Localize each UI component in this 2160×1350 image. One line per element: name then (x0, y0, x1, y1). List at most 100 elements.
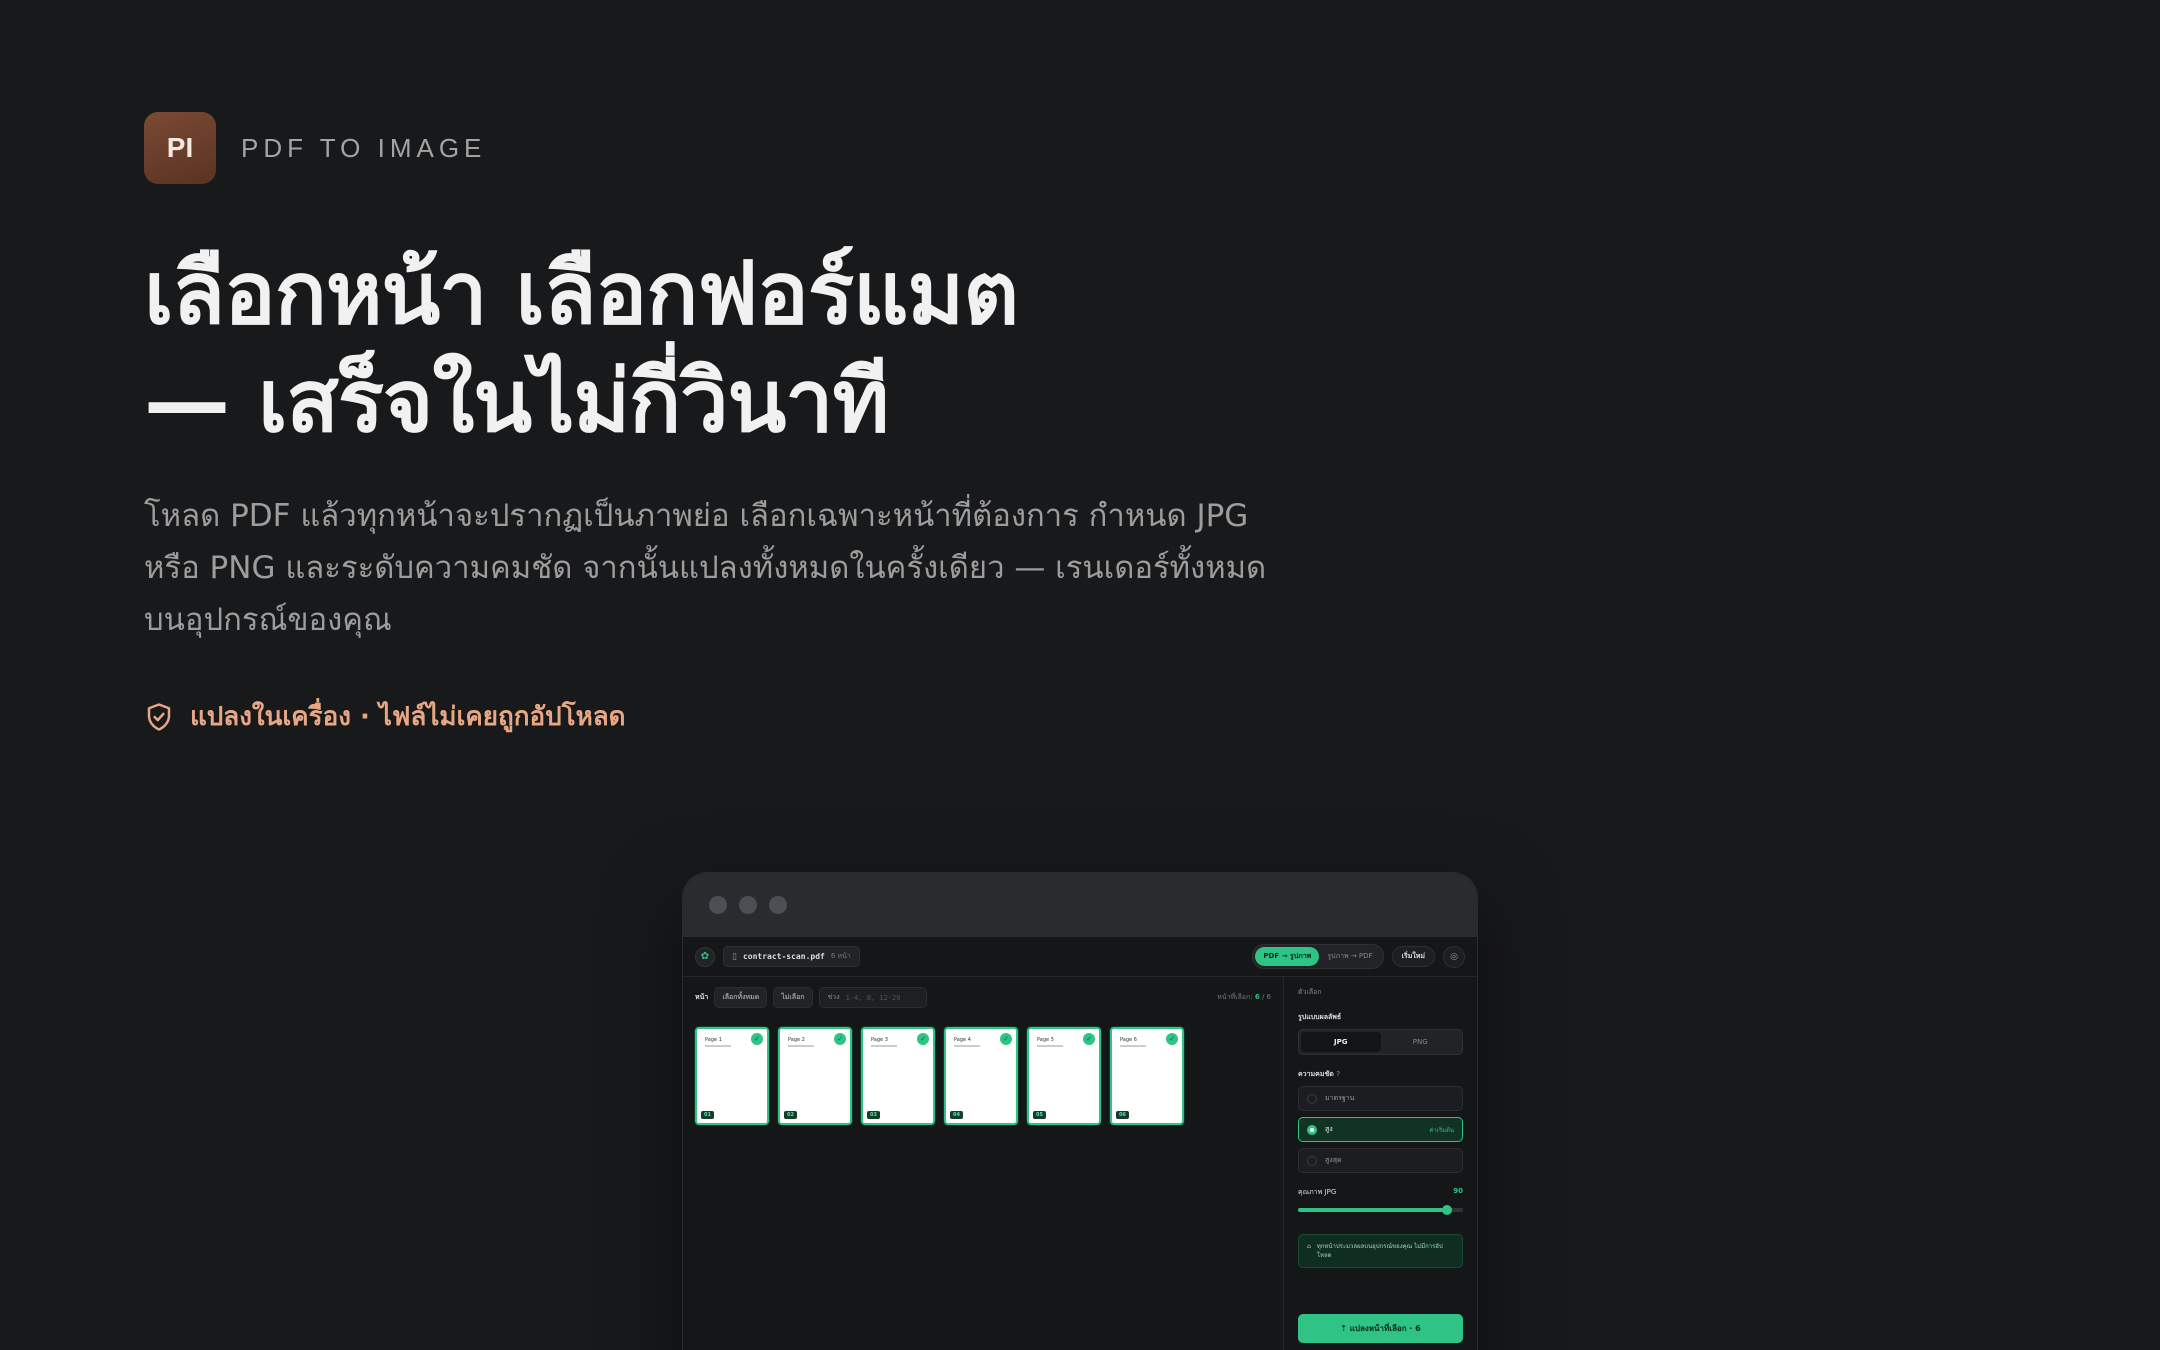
thumb-title: Page 1 (705, 1037, 722, 1043)
page-number: 04 (950, 1111, 963, 1119)
file-name: contract-scan.pdf (742, 952, 825, 961)
recommended-badge: ค่าเริ่มต้น (1429, 1126, 1454, 1134)
privacy-note: แปลงในเครื่อง · ไฟล์ไม่เคยถูกอัปโหลด (144, 696, 626, 737)
resolution-max-option[interactable]: สูงสุด (1298, 1148, 1463, 1173)
quality-slider-knob[interactable] (1441, 1205, 1452, 1215)
options-panel: ตัวเลือก รูปแบบผลลัพธ์ JPG PNG ความคมชัด… (1283, 977, 1477, 1350)
page-number: 05 (1033, 1111, 1046, 1119)
range-field[interactable]: ช่วง 1-4, 8, 12-20 (818, 987, 927, 1008)
page-number: 01 (701, 1111, 714, 1119)
range-label: ช่วง (827, 993, 840, 1001)
selected-count: หน้าที่เลือก: 6 / 6 (1217, 992, 1271, 1003)
format-selector: JPG PNG (1298, 1029, 1463, 1055)
radio-circle (1307, 1155, 1317, 1166)
page-number: 02 (784, 1111, 797, 1119)
thumb-line (705, 1045, 731, 1047)
page-thumbnails: Page 1 ✓ 01 Page 2 ✓ 02 Page 3 ✓ 03 Page… (695, 1027, 1271, 1125)
page-thumb[interactable]: Page 1 ✓ 01 (695, 1027, 769, 1125)
check-icon[interactable]: ✓ (1083, 1033, 1095, 1045)
headline-line-1: เลือกหน้า เลือกฟอร์แมต (144, 244, 1019, 344)
headline-line-2: — เสร็จในไม่กี่วินาที (144, 352, 889, 452)
app-mark-icon[interactable]: ✿ (695, 946, 715, 967)
resolution-high-option[interactable]: สูง ค่าเริ่มต้น (1298, 1117, 1463, 1142)
file-chip[interactable]: ▯ contract-scan.pdf 6 หน้า (723, 946, 860, 967)
window-minimize-dot[interactable] (739, 896, 757, 914)
file-icon: ▯ (732, 951, 737, 962)
hero-lead: โหลด PDF แล้วทุกหน้าจะปรากฏเป็นภาพย่อ เล… (144, 498, 1267, 638)
format-label: รูปแบบผลลัพธ์ (1298, 1013, 1342, 1021)
local-processing-note: ⌂ ทุกหน้าประมวลผลบนอุปกรณ์ของคุณ ไม่มีกา… (1298, 1234, 1463, 1268)
quality-slider[interactable] (1298, 1205, 1463, 1215)
resolution-standard-label: มาตรฐาน (1325, 1094, 1355, 1102)
radio-circle (1307, 1124, 1317, 1135)
shield-check-icon (147, 702, 171, 731)
selected-number: 6 (1254, 993, 1260, 1001)
brand-name: PDF TO IMAGE (241, 132, 487, 163)
check-icon[interactable]: ✓ (751, 1033, 763, 1045)
brand: PI PDF TO IMAGE (144, 112, 486, 184)
help-icon[interactable]: ? (1336, 1070, 1340, 1078)
globe-icon[interactable]: ◎ (1443, 945, 1465, 968)
app-logo: PI (144, 112, 216, 184)
window-maximize-dot[interactable] (769, 896, 787, 914)
thumb-line (1120, 1045, 1146, 1047)
thumb-line (871, 1045, 897, 1047)
file-page-count: 6 หน้า (830, 952, 851, 960)
range-input[interactable]: 1-4, 8, 12-20 (846, 994, 901, 1002)
hero-headline: เลือกหน้า เลือกฟอร์แมต — เสร็จในไม่กี่วิ… (144, 240, 1444, 456)
pages-pane: หน้า เลือกทั้งหมด ไม่เลือก ช่วง 1-4, 8, … (683, 977, 1283, 1350)
resolution-high-label: สูง (1325, 1125, 1333, 1133)
note-text: ทุกหน้าประมวลผลบนอุปกรณ์ของคุณ ไม่มีการอ… (1316, 1243, 1443, 1259)
thumb-title: Page 4 (954, 1037, 971, 1043)
format-jpg-option[interactable]: JPG (1301, 1032, 1381, 1052)
thumb-line (954, 1045, 980, 1047)
thumb-title: Page 2 (788, 1037, 805, 1043)
selected-label: หน้าที่เลือก: (1217, 993, 1253, 1001)
window-close-dot[interactable] (709, 896, 727, 914)
upload-icon: ⇡ (1340, 1324, 1350, 1333)
thumb-line (788, 1045, 814, 1047)
thumb-line (1037, 1045, 1063, 1047)
mode-pdf-to-image[interactable]: PDF → รูปภาพ (1255, 947, 1320, 966)
page-thumb[interactable]: Page 6 ✓ 06 (1110, 1027, 1184, 1125)
lock-icon: ⌂ (1307, 1243, 1311, 1250)
check-icon[interactable]: ✓ (834, 1033, 846, 1045)
check-icon[interactable]: ✓ (917, 1033, 929, 1045)
privacy-text: แปลงในเครื่อง · ไฟล์ไม่เคยถูกอัปโหลด (190, 702, 626, 732)
total-number: / 6 (1261, 993, 1271, 1001)
app-bar: ✿ ▯ contract-scan.pdf 6 หน้า PDF → รูปภา… (683, 937, 1477, 977)
pages-label: หน้า (695, 993, 709, 1001)
check-icon[interactable]: ✓ (1000, 1033, 1012, 1045)
resolution-label: ความคมชัด ? (1298, 1069, 1463, 1080)
page-thumb[interactable]: Page 2 ✓ 02 (778, 1027, 852, 1125)
resolution-standard-option[interactable]: มาตรฐาน (1298, 1086, 1463, 1111)
thumb-title: Page 6 (1120, 1037, 1137, 1043)
select-all-button[interactable]: เลือกทั้งหมด (714, 987, 768, 1008)
check-icon[interactable]: ✓ (1166, 1033, 1178, 1045)
format-png-option[interactable]: PNG (1381, 1032, 1461, 1052)
app-content: หน้า เลือกทั้งหมด ไม่เลือก ช่วง 1-4, 8, … (683, 977, 1477, 1350)
pages-toolbar: หน้า เลือกทั้งหมด ไม่เลือก ช่วง 1-4, 8, … (695, 987, 1271, 1008)
mode-image-to-pdf[interactable]: รูปภาพ → PDF (1319, 947, 1380, 966)
quality-slider-fill (1298, 1208, 1447, 1212)
app-preview-window: ✿ ▯ contract-scan.pdf 6 หน้า PDF → รูปภา… (682, 872, 1478, 1350)
page-thumb[interactable]: Page 4 ✓ 04 (944, 1027, 1018, 1125)
quality-value: 90 (1453, 1187, 1463, 1195)
convert-label: แปลงหน้าที่เลือก · 6 (1349, 1324, 1421, 1333)
options-heading: ตัวเลือก (1298, 988, 1322, 996)
new-button[interactable]: เริ่มใหม่ (1391, 946, 1435, 967)
convert-button[interactable]: ⇡ แปลงหน้าที่เลือก · 6 (1298, 1314, 1463, 1343)
resolution-label-text: ความคมชัด (1298, 1070, 1334, 1078)
thumb-title: Page 5 (1037, 1037, 1054, 1043)
page-thumb[interactable]: Page 3 ✓ 03 (861, 1027, 935, 1125)
resolution-max-label: สูงสุด (1325, 1156, 1342, 1164)
deselect-button[interactable]: ไม่เลือก (773, 987, 813, 1008)
quality-label: คุณภาพ JPG (1298, 1188, 1337, 1196)
thumb-title: Page 3 (871, 1037, 888, 1043)
page-number: 06 (1116, 1111, 1129, 1119)
quality-row: คุณภาพ JPG 90 (1298, 1187, 1463, 1198)
window-titlebar (683, 873, 1477, 937)
page-thumb[interactable]: Page 5 ✓ 05 (1027, 1027, 1101, 1125)
mode-toggle: PDF → รูปภาพ รูปภาพ → PDF (1252, 944, 1384, 969)
radio-circle (1307, 1093, 1317, 1104)
